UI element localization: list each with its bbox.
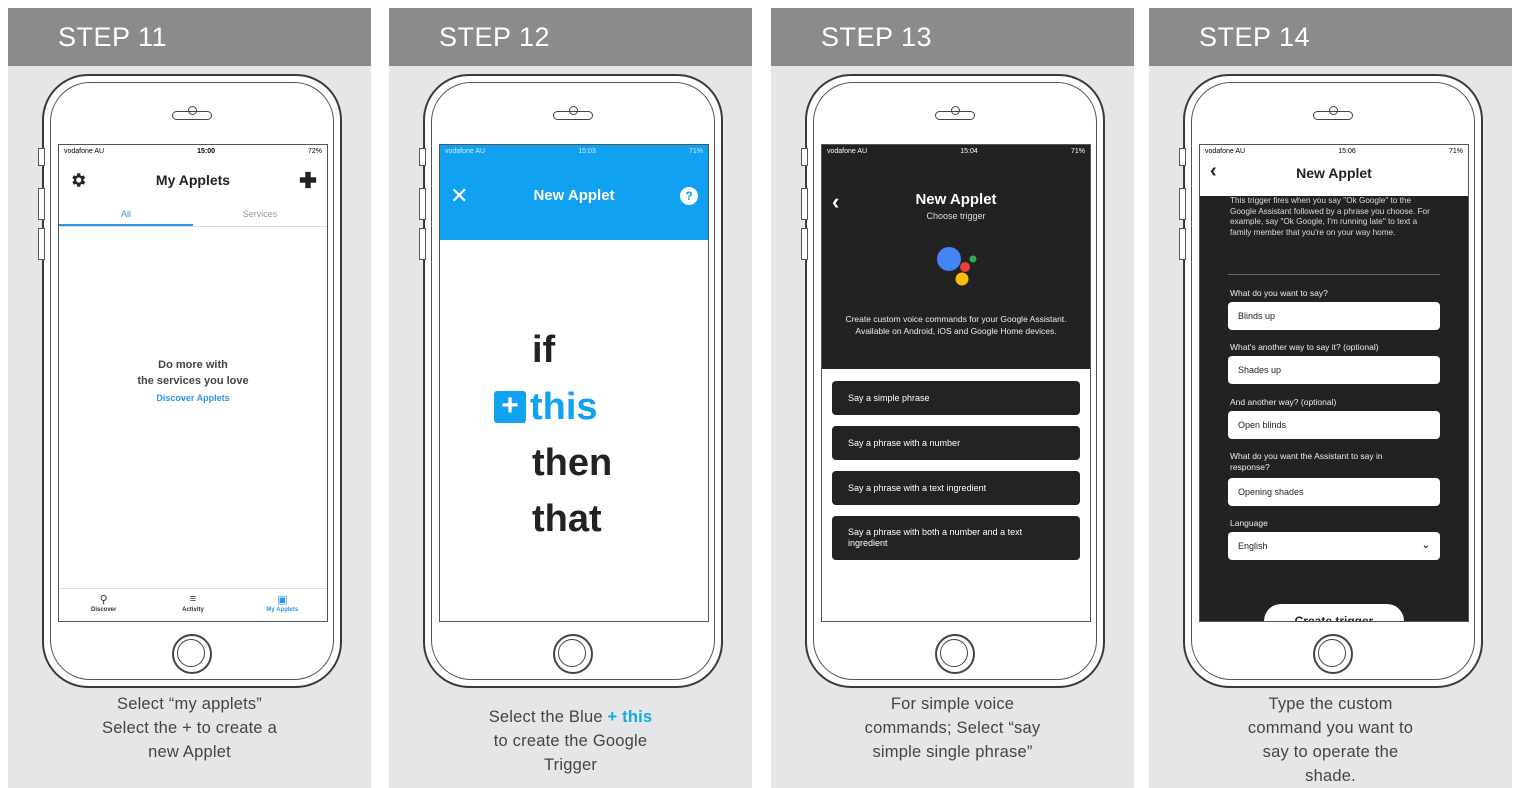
home-button[interactable]: [553, 634, 593, 674]
speaker-icon: [553, 111, 593, 120]
app-header: vodafone AU 15:06 71% ‹ New Applet: [1200, 145, 1468, 183]
field-label: What do you want to say?: [1230, 288, 1328, 298]
speaker-icon: [1313, 111, 1353, 120]
list-icon: ≡: [189, 593, 197, 605]
google-assistant-icon: [937, 247, 977, 286]
bottom-nav: ⚲ Discover ≡ Activity ▣ My Applets: [59, 588, 327, 621]
page-title: New Applet: [1296, 165, 1372, 181]
field-label: Language: [1230, 518, 1268, 528]
phone-screen: vodafone AU 15:00 72% My Applets All Ser…: [58, 144, 328, 622]
word-then: then: [532, 442, 613, 484]
empty-state: Do more with the services you love Disco…: [59, 357, 327, 403]
plus-icon[interactable]: [299, 171, 317, 189]
status-bar: vodafone AU 15:06 71%: [1205, 148, 1463, 155]
phone-frame: vodafone AU 15:06 71% ‹ New Applet This …: [1179, 74, 1483, 688]
speaker-icon: [935, 111, 975, 120]
phone-frame: vodafone AU 15:00 72% My Applets All Ser…: [38, 74, 342, 688]
option-simple-phrase[interactable]: Say a simple phrase: [832, 381, 1080, 415]
chevron-down-icon: ⌄: [1421, 540, 1430, 551]
phone-frame: vodafone AU 15:03 71% ✕ New Applet ? if …: [419, 74, 723, 688]
nav-activity[interactable]: ≡ Activity: [148, 589, 237, 621]
trigger-description: This trigger fires when you say "Ok Goog…: [1230, 196, 1430, 237]
step-caption: Select “my applets” Select the + to crea…: [102, 695, 277, 761]
word-if: if: [532, 329, 556, 371]
nav-discover[interactable]: ⚲ Discover: [59, 589, 148, 621]
step-12-panel: STEP 12 vodafone AU 15:03 71% ✕ New Appl…: [389, 8, 752, 788]
option-phrase-text[interactable]: Say a phrase with a text ingredient: [832, 471, 1080, 505]
gear-icon[interactable]: [69, 171, 87, 189]
phone-frame: vodafone AU 15:04 71% ‹ New Applet Choos…: [801, 74, 1105, 688]
step-caption: Select the Blue + this to create the Goo…: [488, 708, 653, 774]
phrase-input[interactable]: Blinds up: [1228, 302, 1440, 330]
step-14-panel: STEP 14 vodafone AU 15:06 71% ‹ New Appl…: [1149, 8, 1512, 788]
step-label: STEP 11: [8, 8, 371, 66]
field-label: What do you want the Assistant to say in…: [1230, 451, 1383, 472]
step-13-panel: STEP 13 vodafone AU 15:04 71% ‹ New Appl…: [771, 8, 1134, 788]
status-bar: vodafone AU 15:03 71%: [445, 148, 703, 155]
status-bar: vodafone AU 15:00 72%: [64, 148, 322, 155]
language-select[interactable]: English ⌄: [1228, 532, 1440, 560]
home-button[interactable]: [935, 634, 975, 674]
phone-screen: vodafone AU 15:03 71% ✕ New Applet ? if …: [439, 144, 709, 622]
app-header: vodafone AU 15:04 71% ‹ New Applet Choos…: [822, 145, 1090, 369]
tab-all[interactable]: All: [59, 202, 193, 226]
trigger-form: This trigger fires when you say "Ok Goog…: [1200, 196, 1468, 621]
search-icon: ⚲: [99, 594, 108, 606]
tab-bar: All Services: [59, 202, 327, 227]
phone-screen: vodafone AU 15:06 71% ‹ New Applet This …: [1199, 144, 1469, 622]
this-button[interactable]: + this: [494, 387, 600, 427]
step-label: STEP 13: [771, 8, 1134, 66]
page-title: New Applet: [533, 187, 615, 204]
status-bar: vodafone AU 15:04 71%: [827, 148, 1085, 155]
discover-applets-link[interactable]: Discover Applets: [59, 393, 327, 403]
response-input[interactable]: Opening shades: [1228, 478, 1440, 506]
another-phrase-input[interactable]: Open blinds: [1228, 411, 1440, 439]
nav-my-applets[interactable]: ▣ My Applets: [238, 589, 327, 621]
page-title: New Applet: [915, 191, 997, 208]
create-trigger-button[interactable]: Create trigger: [1264, 604, 1404, 621]
page-title: My Applets: [155, 172, 231, 188]
field-label: What's another way to say it? (optional): [1230, 342, 1379, 352]
alt-phrase-input[interactable]: Shades up: [1228, 356, 1440, 384]
option-phrase-number[interactable]: Say a phrase with a number: [832, 426, 1080, 460]
applets-icon: ▣: [277, 594, 288, 606]
app-header: vodafone AU 15:03 71% ✕ New Applet ?: [440, 145, 708, 240]
step-11-panel: STEP 11 vodafone AU 15:00 72% My Applets: [8, 8, 371, 788]
step-label: STEP 12: [389, 8, 752, 66]
word-that: that: [532, 498, 602, 540]
option-phrase-both[interactable]: Say a phrase with both a number and a te…: [832, 516, 1080, 560]
phone-screen: vodafone AU 15:04 71% ‹ New Applet Choos…: [821, 144, 1091, 622]
speaker-icon: [172, 111, 212, 120]
page-subtitle: Choose trigger: [926, 211, 986, 221]
plus-icon: +: [494, 391, 526, 423]
home-button[interactable]: [1313, 634, 1353, 674]
home-button[interactable]: [172, 634, 212, 674]
help-icon[interactable]: ?: [680, 187, 698, 205]
step-label: STEP 14: [1149, 8, 1512, 66]
step-caption: Type the custom command you want to say …: [1247, 695, 1414, 785]
field-label: And another way? (optional): [1230, 397, 1337, 407]
step-caption: For simple voice commands; Select “say s…: [864, 695, 1041, 761]
trigger-description: Create custom voice commands for your Go…: [845, 314, 1067, 336]
tab-services[interactable]: Services: [193, 202, 327, 226]
